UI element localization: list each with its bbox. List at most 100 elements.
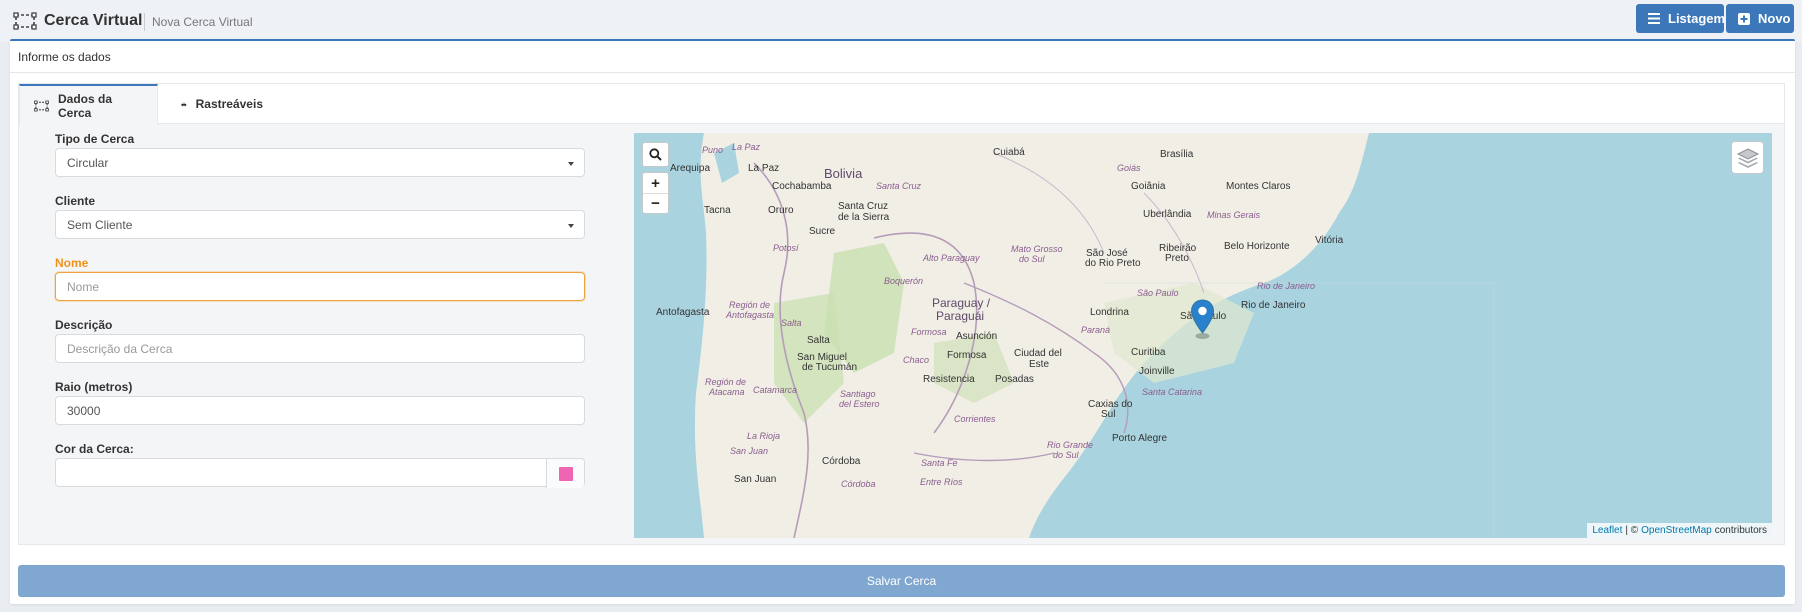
layers-icon — [1736, 147, 1759, 168]
zoom-control: + − — [642, 172, 669, 214]
tab-label: Dados da Cerca — [58, 91, 113, 120]
map-label: Santa Fe — [921, 458, 958, 468]
attribution-separator: | © — [1625, 525, 1639, 536]
raio-input[interactable]: 30000 — [55, 396, 585, 425]
raio-value: 30000 — [67, 404, 101, 418]
cor-input[interactable] — [55, 458, 585, 488]
save-fence-button[interactable]: Salvar Cerca — [18, 565, 1785, 597]
map-label: San Juan — [730, 446, 769, 456]
map-label: Brasília — [1160, 149, 1194, 160]
map-label: Rio Grande — [1047, 440, 1094, 450]
map-label: Preto — [1165, 253, 1189, 264]
descricao-placeholder: Descrição da Cerca — [67, 342, 173, 356]
map-label: Sucre — [809, 226, 836, 237]
page-title: Cerca Virtual — [44, 12, 143, 29]
zoom-in-button[interactable]: + — [643, 173, 668, 193]
map-label: Santa Cruz — [876, 181, 922, 191]
map-search-button[interactable] — [642, 142, 669, 167]
map-label: San Juan — [734, 474, 777, 485]
novo-button-label: Novo — [1758, 11, 1791, 26]
descricao-label: Descrição — [55, 318, 113, 332]
map-label: do Rio Preto — [1085, 258, 1141, 269]
map-label: do Sul — [1019, 254, 1045, 264]
cor-label: Cor da Cerca: — [55, 442, 134, 456]
zoom-out-button[interactable]: − — [643, 193, 668, 213]
listagem-button[interactable]: Listagem — [1636, 4, 1726, 33]
raio-label: Raio (metros) — [55, 380, 133, 394]
openstreetmap-link[interactable]: OpenStreetMap — [1641, 525, 1712, 536]
map-label: Minas Gerais — [1207, 210, 1261, 220]
map-label: Chaco — [903, 355, 930, 365]
layers-button[interactable] — [1731, 141, 1764, 174]
cliente-select[interactable]: Sem Cliente — [55, 210, 585, 239]
tipo-label: Tipo de Cerca — [55, 132, 135, 146]
map-label: Goiás — [1117, 163, 1141, 173]
fence-icon — [34, 100, 49, 111]
tab-label: Rastreáveis — [195, 97, 263, 111]
map-label: Montes Claros — [1226, 181, 1291, 192]
map-label: Uberlândia — [1143, 209, 1192, 220]
nome-placeholder: Nome — [67, 280, 100, 294]
leaflet-link[interactable]: Leaflet — [1592, 525, 1622, 536]
map-label: Boquerón — [884, 276, 924, 286]
tab-bar: Dados da Cerca Rastreáveis — [19, 84, 1784, 125]
map[interactable]: Puno La Paz Bolivia Cuiabá Brasília Areq… — [634, 133, 1772, 538]
map-label: Salta — [781, 318, 802, 328]
tipo-select[interactable]: Circular — [55, 148, 585, 177]
map-label: Catamarca — [753, 385, 798, 395]
map-label: Arequipa — [670, 163, 711, 174]
plus-square-icon — [1738, 12, 1750, 25]
title-divider — [144, 13, 145, 31]
listagem-button-label: Listagem — [1668, 11, 1726, 26]
car-icon — [181, 102, 187, 106]
map-label: do Sul — [1053, 450, 1079, 460]
map-label: Antofagasta — [726, 310, 775, 320]
cliente-label: Cliente — [55, 194, 96, 208]
list-icon — [1648, 13, 1660, 24]
map-label: Tacna — [704, 205, 731, 216]
map-label: Curitiba — [1131, 347, 1166, 358]
map-label: Asunción — [956, 331, 998, 342]
tab-rastreaveis[interactable]: Rastreáveis — [167, 84, 277, 124]
map-label: Bolivia — [824, 166, 863, 181]
map-label: de Tucumán — [802, 362, 858, 373]
map-label: Córdoba — [841, 479, 876, 489]
top-bar: Cerca Virtual Nova Cerca Virtual Listage… — [0, 0, 1802, 42]
attribution-contributors: contributors — [1714, 525, 1767, 536]
map-label: Ciudad del — [1014, 348, 1062, 359]
map-label: de la Sierra — [838, 212, 890, 223]
map-label: Oruro — [768, 205, 794, 216]
map-label: Paraguái — [936, 309, 985, 323]
form-panel: Informe os dados Dados da Cerca Rastreáv… — [10, 39, 1795, 604]
descricao-input[interactable]: Descrição da Cerca — [55, 334, 585, 363]
map-label: Formosa — [911, 327, 947, 337]
map-marker-icon — [1190, 299, 1215, 339]
map-label: Región de — [705, 377, 747, 387]
map-label: La Paz — [732, 142, 761, 152]
map-label: Paraguay / — [932, 296, 991, 310]
map-label: Santiago — [840, 389, 876, 399]
map-label: Santa Cruz — [838, 201, 889, 212]
map-label: Atacama — [709, 387, 745, 397]
tab-dados-da-cerca[interactable]: Dados da Cerca — [19, 84, 158, 125]
map-label: Cuiabá — [993, 147, 1025, 158]
map-label: Paraná — [1081, 325, 1111, 335]
map-label: Vitória — [1315, 235, 1344, 246]
map-label: Londrina — [1090, 307, 1129, 318]
map-label: Posadas — [995, 374, 1034, 385]
map-label: Región de — [729, 300, 771, 310]
novo-button[interactable]: Novo — [1726, 4, 1794, 33]
caret-down-icon — [568, 224, 574, 228]
map-label: Salta — [807, 335, 830, 346]
map-label: Mato Grosso — [1011, 244, 1063, 254]
nome-input[interactable]: Nome — [55, 272, 585, 301]
map-label: São Paulo — [1137, 288, 1179, 298]
map-label: Potosí — [773, 243, 799, 253]
map-label: Corrientes — [954, 414, 996, 424]
caret-down-icon — [568, 162, 574, 166]
map-label: La Paz — [748, 163, 780, 174]
color-picker-button[interactable] — [546, 459, 584, 488]
map-label: Entre Ríos — [920, 477, 963, 487]
map-label: Cochabamba — [772, 181, 832, 192]
map-label: Rio de Janeiro — [1257, 281, 1316, 291]
